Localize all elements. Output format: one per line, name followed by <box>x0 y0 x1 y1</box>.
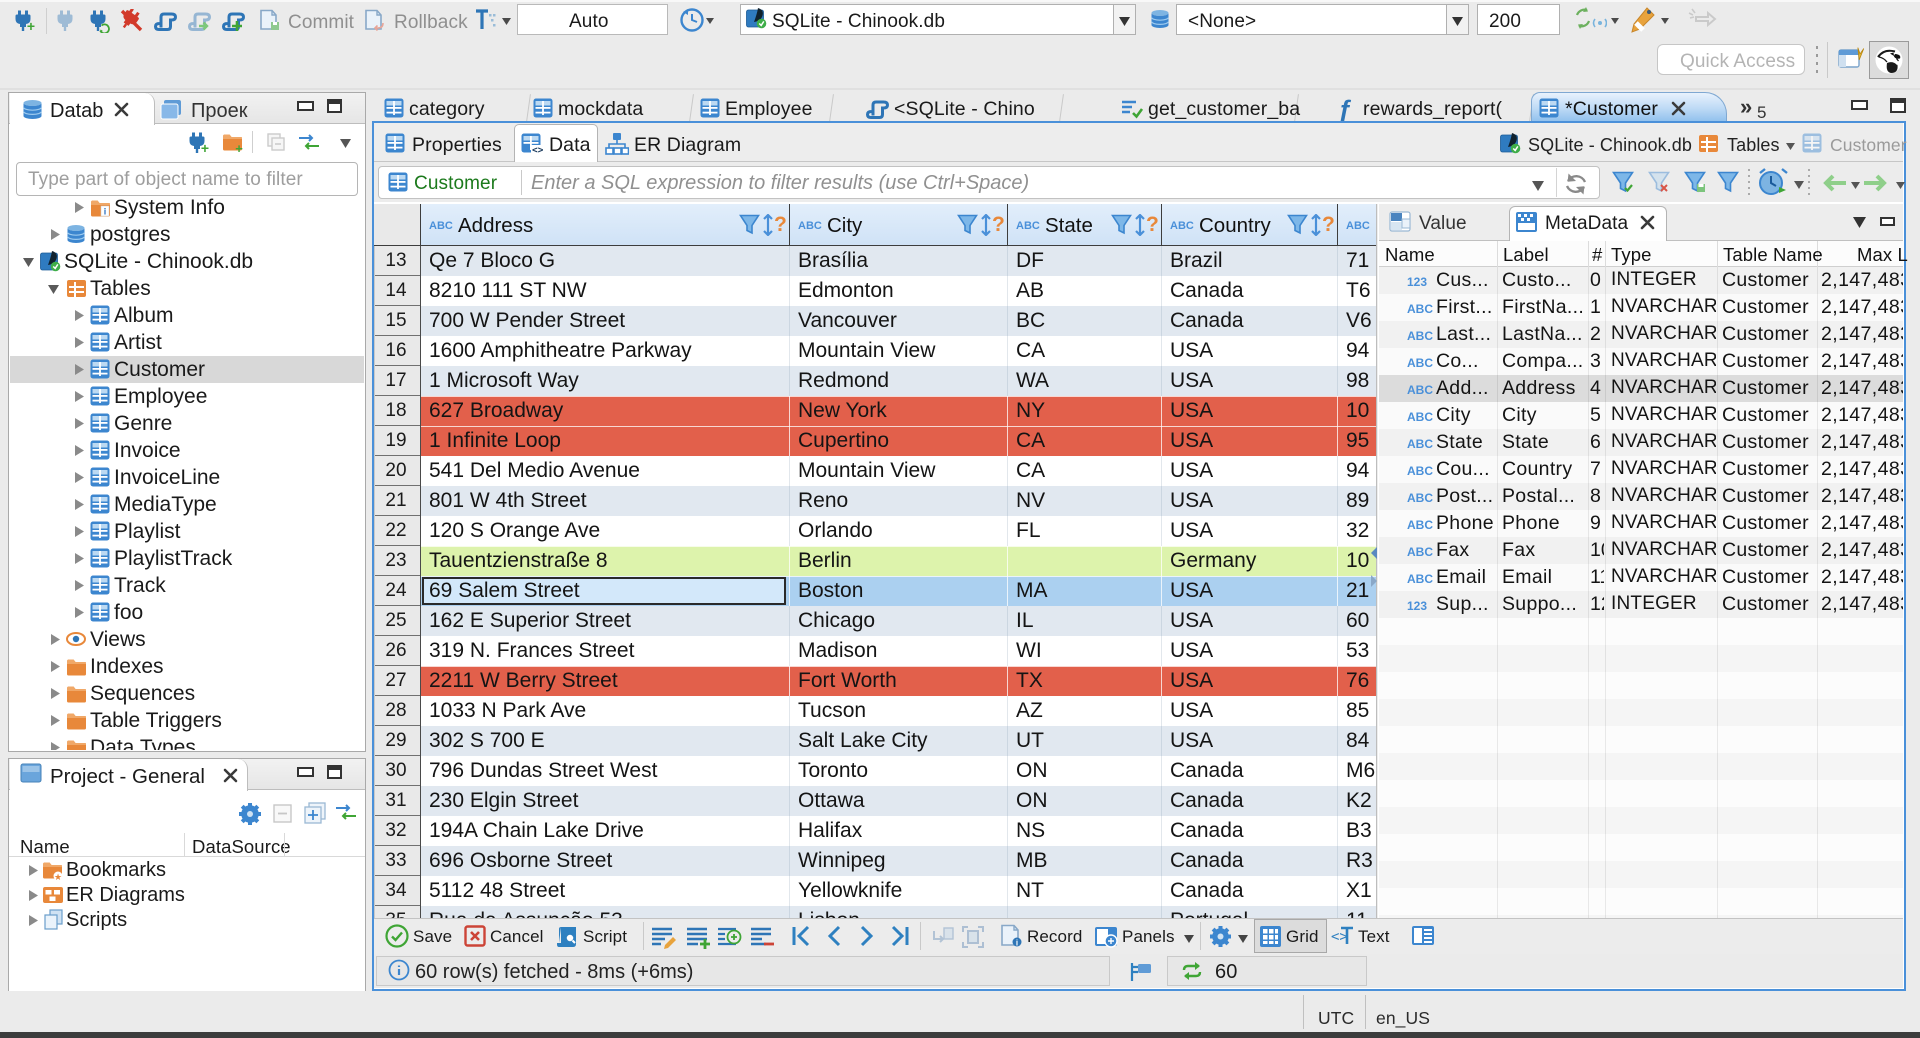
svg-text:<>: <> <box>1331 929 1348 945</box>
svg-text:i: i <box>104 207 107 217</box>
svg-text:+: + <box>201 140 209 155</box>
svg-text:+: + <box>27 18 35 33</box>
svg-text:i: i <box>1016 938 1018 947</box>
svg-text:★: ★ <box>54 872 62 880</box>
svg-text:<>: <> <box>532 145 543 155</box>
svg-text:+: + <box>235 141 243 152</box>
